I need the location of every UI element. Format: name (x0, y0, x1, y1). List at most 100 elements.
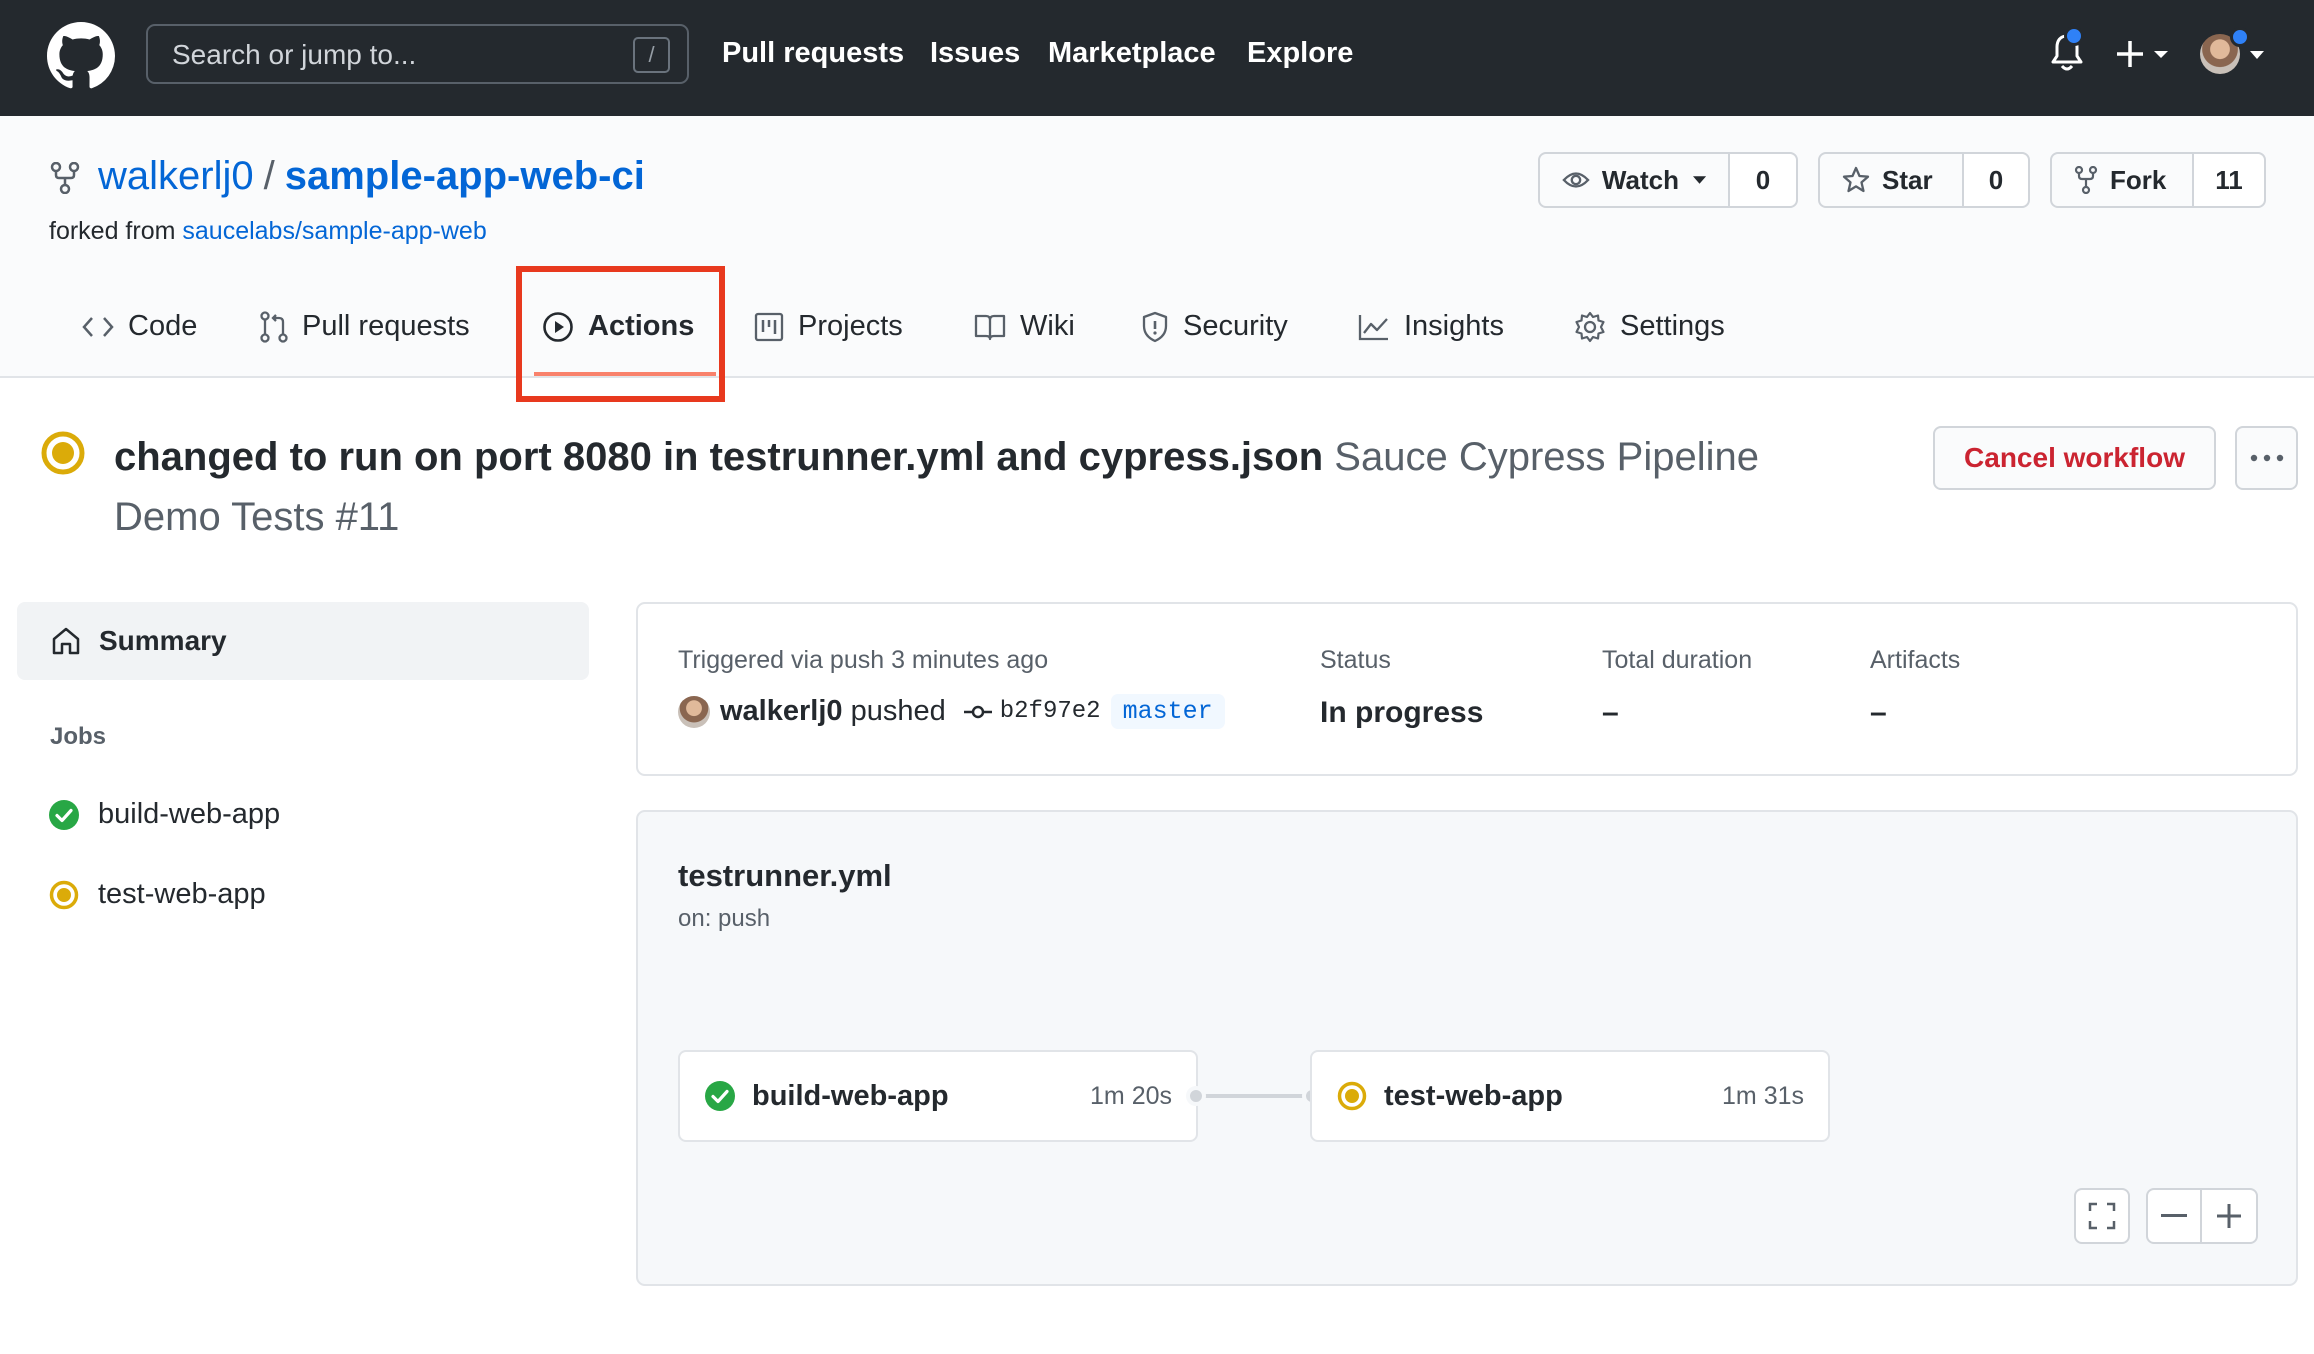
fork-icon (2074, 166, 2098, 194)
pusher-avatar[interactable] (678, 695, 710, 728)
sidebar-summary[interactable]: Summary (17, 602, 589, 680)
chevron-down-icon[interactable] (2249, 50, 2265, 60)
book-icon (974, 314, 1006, 340)
code-icon (82, 316, 114, 337)
search-shortcut-key: / (633, 37, 670, 73)
graph-job-test-web-app[interactable]: test-web-app 1m 31s (1310, 1050, 1830, 1142)
tab-label: Insights (1404, 310, 1504, 342)
tab-security[interactable]: Security (1141, 310, 1288, 343)
watch-button[interactable]: Watch (1540, 154, 1730, 206)
actions-tab-highlight (516, 266, 725, 402)
tab-label: Pull requests (302, 310, 470, 342)
tab-projects[interactable]: Projects (754, 310, 903, 343)
tab-code[interactable]: Code (82, 310, 197, 343)
nav-explore[interactable]: Explore (1247, 37, 1353, 70)
forked-prefix: forked from (49, 217, 176, 245)
github-logo-icon[interactable] (47, 22, 115, 90)
cancel-workflow-button[interactable]: Cancel workflow (1933, 426, 2216, 490)
connector-port-out (1186, 1086, 1206, 1106)
graph-job-build-web-app[interactable]: build-web-app 1m 20s (678, 1050, 1198, 1142)
notification-dot (2064, 26, 2084, 46)
jobs-heading: Jobs (50, 723, 107, 750)
in-progress-icon (1337, 1081, 1367, 1111)
job-duration: 1m 20s (1090, 1081, 1172, 1110)
check-circle-icon (705, 1081, 735, 1111)
status-label: Status (1320, 646, 1391, 674)
plus-icon (2217, 1204, 2242, 1228)
workflow-title: changed to run on port 8080 in testrunne… (114, 427, 1874, 547)
repo-title: walkerlj0/sample-app-web-ci (98, 154, 645, 199)
shield-icon (1142, 311, 1168, 342)
trigger-label: Triggered via push 3 minutes ago (678, 646, 1049, 674)
status-value: In progress (1320, 696, 1484, 729)
branch-badge[interactable]: master (1110, 694, 1225, 729)
pusher-username[interactable]: walkerlj0 (720, 695, 843, 728)
create-new-plus-icon[interactable] (2116, 36, 2176, 72)
push-action: pushed (850, 695, 946, 727)
forked-source-link[interactable]: saucelabs/sample-app-web (182, 217, 486, 245)
zoom-in-button[interactable] (2202, 1190, 2256, 1242)
job-name: test-web-app (98, 878, 266, 910)
workflow-trigger: on: push (678, 905, 771, 932)
fork-count[interactable]: 11 (2194, 154, 2264, 206)
job-connector-line (1196, 1094, 1311, 1098)
global-header: Search or jump to... / Pull requests Iss… (0, 0, 2314, 116)
job-duration: 1m 31s (1722, 1081, 1804, 1110)
duration-value: – (1602, 696, 1619, 729)
search-input[interactable]: Search or jump to... / (146, 24, 689, 84)
commit-message: changed to run on port 8080 in testrunne… (114, 435, 1324, 479)
fork-label: Fork (2110, 164, 2167, 195)
tab-settings[interactable]: Settings (1574, 310, 1725, 343)
tab-pull-requests[interactable]: Pull requests (260, 310, 470, 343)
nav-pull-requests[interactable]: Pull requests (722, 37, 904, 70)
search-placeholder: Search or jump to... (172, 39, 417, 70)
check-circle-icon (49, 799, 79, 830)
star-icon (1842, 166, 1870, 193)
nav-issues[interactable]: Issues (930, 37, 1020, 70)
repo-owner-link[interactable]: walkerlj0 (98, 154, 254, 198)
nav-marketplace[interactable]: Marketplace (1048, 37, 1216, 70)
duration-label: Total duration (1602, 646, 1753, 674)
fullscreen-button[interactable] (2074, 1188, 2130, 1244)
tab-label: Code (128, 310, 198, 342)
pusher-info: walkerlj0 pushed b2f97e2 master (678, 694, 1225, 729)
job-name: build-web-app (98, 798, 281, 830)
chevron-down-icon (1692, 176, 1706, 184)
in-progress-icon (49, 880, 79, 909)
graph-icon (1358, 314, 1388, 340)
forked-from-text: forked from saucelabs/sample-app-web (49, 217, 487, 246)
artifacts-label: Artifacts (1870, 646, 1961, 674)
watch-button-group: Watch 0 (1538, 152, 1798, 208)
project-icon (754, 312, 784, 341)
home-icon (52, 627, 80, 655)
repo-name-link[interactable]: sample-app-web-ci (285, 154, 645, 198)
repo-separator: / (263, 154, 275, 198)
more-options-button[interactable] (2235, 426, 2298, 490)
tab-insights[interactable]: Insights (1358, 310, 1504, 343)
tab-label: Security (1183, 310, 1288, 342)
workflow-file-name: testrunner.yml (678, 858, 892, 893)
git-commit-icon (963, 705, 992, 718)
gear-icon (1575, 311, 1605, 342)
tab-label: Projects (798, 310, 903, 342)
star-button[interactable]: Star (1820, 154, 1964, 206)
star-button-group: Star 0 (1818, 152, 2030, 208)
minus-icon (2161, 1214, 2188, 1217)
summary-label: Summary (99, 625, 227, 656)
artifacts-value: – (1870, 696, 1887, 729)
star-count[interactable]: 0 (1964, 154, 2028, 206)
watch-label: Watch (1601, 164, 1679, 195)
tab-label: Wiki (1020, 310, 1075, 342)
zoom-out-button[interactable] (2148, 1190, 2203, 1242)
eye-icon (1562, 172, 1590, 188)
watch-count[interactable]: 0 (1730, 154, 1796, 206)
sidebar-job-test-web-app[interactable]: test-web-app (48, 878, 266, 911)
sidebar-job-build-web-app[interactable]: build-web-app (48, 798, 280, 831)
star-label: Star (1882, 164, 1933, 195)
pull-request-icon (260, 310, 288, 343)
fork-button[interactable]: Fork (2052, 154, 2194, 206)
commit-sha-link[interactable]: b2f97e2 (1000, 698, 1101, 725)
tab-label: Settings (1620, 310, 1725, 342)
tab-wiki[interactable]: Wiki (974, 310, 1075, 343)
run-info-card: Triggered via push 3 minutes ago walkerl… (636, 602, 2298, 776)
